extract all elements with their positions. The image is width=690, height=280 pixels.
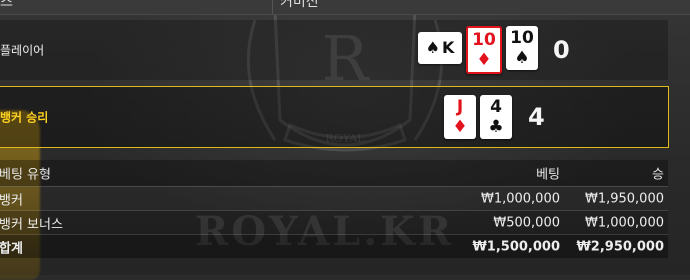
card-suit: ♠ — [514, 48, 530, 68]
header-left-label: 즈 — [0, 0, 13, 10]
top-header-strip: 즈 커미션 — [0, 0, 690, 15]
bet-amount-cell: ₩1,000,000 — [480, 191, 560, 206]
header-divider — [272, 0, 273, 14]
bet-amount-cell: ₩500,000 — [493, 215, 560, 230]
total-win-cell: ₩2,950,000 — [576, 239, 664, 254]
card-rank: K — [441, 38, 455, 57]
card-rank: 4 — [490, 97, 502, 117]
card-rank: 10 — [472, 30, 496, 50]
banker-score: 4 — [528, 103, 545, 131]
total-label: 합계 — [0, 241, 23, 256]
card-suit: ♠ — [425, 38, 440, 57]
table-total-row: 합계 ₩1,500,000 ₩2,950,000 — [0, 235, 668, 258]
bets-table: 베팅 유형 베팅 승 뱅커 ₩1,000,000 ₩1,950,000 뱅커 보… — [0, 160, 668, 258]
playing-card: 10 ♠ — [506, 26, 538, 70]
table-row: 뱅커 ₩1,000,000 ₩1,950,000 — [0, 187, 668, 211]
player-label: 플레이어 — [0, 43, 45, 58]
card-rank: J — [456, 97, 464, 117]
win-amount-cell: ₩1,950,000 — [584, 191, 664, 206]
bet-type-cell: 뱅커 — [0, 193, 23, 208]
card-suit: ♣ — [488, 117, 504, 137]
column-header-bet: 베팅 — [536, 167, 560, 183]
column-header-win: 승 — [652, 167, 664, 183]
bet-type-cell: 뱅커 보너스 — [0, 217, 63, 232]
total-bet-cell: ₩1,500,000 — [472, 239, 560, 254]
card-rank: 10 — [510, 28, 534, 48]
banker-row: 뱅커 승리 J ♦ 4 ♣ 4 — [0, 86, 669, 148]
playing-card: ♠ K — [418, 32, 462, 64]
player-cards: ♠ K 10 ♦ 10 ♠ — [418, 26, 538, 74]
playing-card: 10 ♦ — [466, 26, 502, 74]
table-header-row: 베팅 유형 베팅 승 — [0, 160, 668, 187]
banker-win-label: 뱅커 승리 — [0, 110, 49, 125]
win-amount-cell: ₩1,000,000 — [584, 215, 664, 230]
header-right-label: 커미션 — [280, 0, 319, 10]
column-header-bet-type: 베팅 유형 — [0, 167, 51, 183]
playing-card: 4 ♣ — [480, 95, 512, 139]
player-row: 플레이어 ♠ K 10 ♦ 10 ♠ 0 — [0, 20, 668, 80]
banker-cards: J ♦ 4 ♣ — [444, 95, 512, 139]
card-suit: ♦ — [476, 50, 492, 70]
card-suit: ♦ — [452, 117, 468, 137]
table-row: 뱅커 보너스 ₩500,000 ₩1,000,000 — [0, 211, 668, 235]
player-score: 0 — [553, 36, 570, 64]
playing-card: J ♦ — [444, 95, 476, 139]
